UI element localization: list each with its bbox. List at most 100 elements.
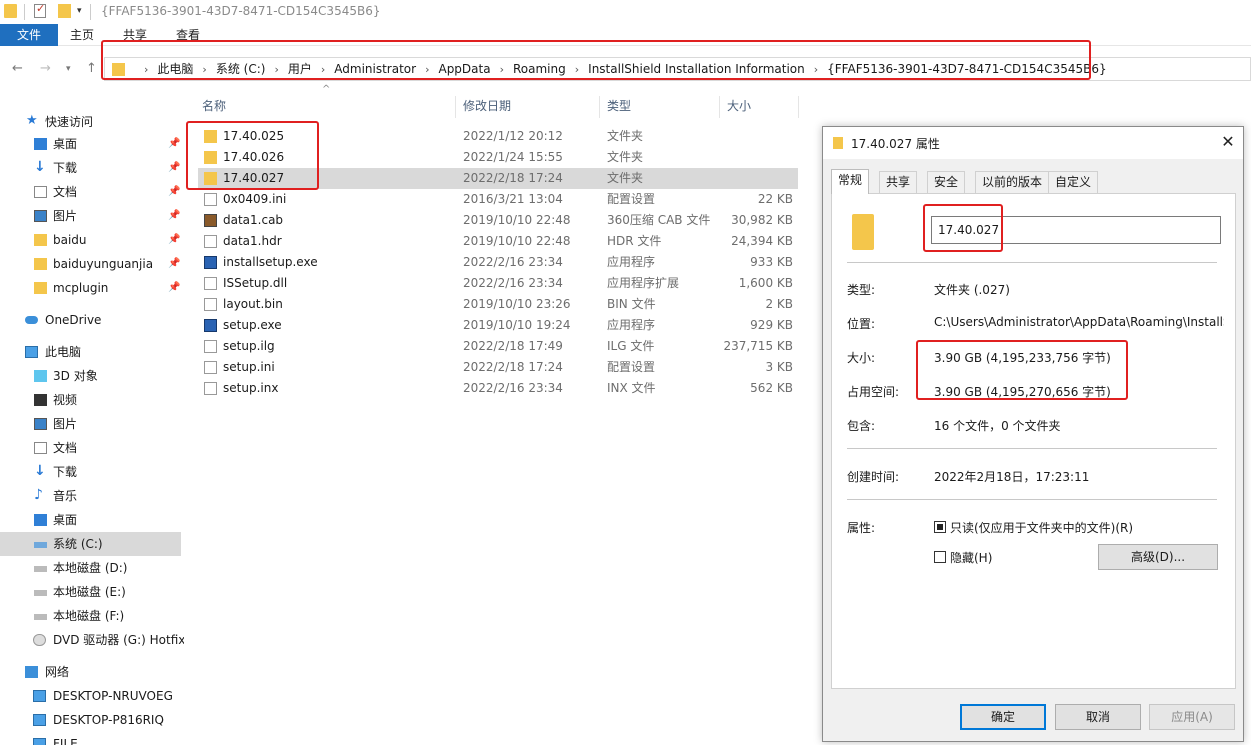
- column-header-date[interactable]: 修改日期: [463, 92, 511, 120]
- file-row[interactable]: setup.ini 2022/2/18 17:24 配置设置 3 KB: [198, 357, 798, 378]
- properties-icon[interactable]: [34, 2, 46, 18]
- tab-customize[interactable]: 自定义: [1048, 171, 1099, 193]
- chevron-right-icon[interactable]: ›: [500, 59, 504, 81]
- sidebar-item-desktop[interactable]: 桌面 📌: [0, 132, 184, 156]
- sidebar-item-drive-e[interactable]: 本地磁盘 (E:): [0, 580, 184, 604]
- ok-button[interactable]: 确定: [960, 704, 1046, 730]
- sidebar-item-3d-objects[interactable]: 3D 对象: [0, 364, 184, 388]
- tab-home[interactable]: 主页: [70, 24, 94, 46]
- chevron-right-icon[interactable]: ›: [575, 59, 579, 81]
- tab-general[interactable]: 常规: [831, 169, 870, 194]
- pin-icon[interactable]: 📌: [168, 252, 180, 276]
- tab-share[interactable]: 共享: [123, 24, 147, 46]
- breadcrumb-item[interactable]: Administrator: [334, 58, 416, 80]
- sidebar-item-mcplugin[interactable]: mcplugin 📌: [0, 276, 184, 300]
- pin-icon[interactable]: 📌: [168, 180, 180, 204]
- breadcrumb-item[interactable]: Roaming: [513, 58, 566, 80]
- breadcrumb-item[interactable]: InstallShield Installation Information: [588, 58, 805, 80]
- file-row[interactable]: setup.inx 2022/2/16 23:34 INX 文件 562 KB: [198, 378, 798, 399]
- file-row-selected[interactable]: 17.40.027 2022/2/18 17:24 文件夹: [198, 168, 798, 189]
- folder-name-field[interactable]: 17.40.027: [931, 216, 1221, 244]
- hidden-label[interactable]: 隐藏(H): [950, 549, 992, 566]
- breadcrumb-item[interactable]: AppData: [438, 58, 490, 80]
- sidebar-item-desktop-pc[interactable]: 桌面: [0, 508, 184, 532]
- column-header-size[interactable]: 大小: [727, 92, 751, 120]
- pin-icon[interactable]: 📌: [168, 228, 180, 252]
- sidebar-item-documents[interactable]: 文档 📌: [0, 180, 184, 204]
- sidebar-item-pictures[interactable]: 图片 📌: [0, 204, 184, 228]
- apply-button[interactable]: 应用(A): [1149, 704, 1235, 730]
- tab-view[interactable]: 查看: [176, 24, 200, 46]
- sidebar-item-desktop-p816riq[interactable]: DESKTOP-P816RIQ: [0, 708, 184, 732]
- forward-arrow-icon[interactable]: →: [40, 61, 51, 76]
- file-row[interactable]: setup.exe 2019/10/10 19:24 应用程序 929 KB: [198, 315, 798, 336]
- file-row[interactable]: data1.cab 2019/10/10 22:48 360压缩 CAB 文件 …: [198, 210, 798, 231]
- recent-dropdown-icon[interactable]: ▾: [66, 64, 71, 74]
- file-row[interactable]: 0x0409.ini 2016/3/21 13:04 配置设置 22 KB: [198, 189, 798, 210]
- pin-icon[interactable]: 📌: [168, 156, 180, 180]
- chevron-down-icon[interactable]: ▾: [77, 6, 82, 16]
- pin-icon[interactable]: 📌: [168, 276, 180, 300]
- sidebar-item-system-c[interactable]: 系统 (C:): [0, 532, 181, 556]
- sidebar-item-downloads-pc[interactable]: ↓ 下载: [0, 460, 184, 484]
- new-folder-icon[interactable]: [58, 4, 71, 18]
- file-row[interactable]: setup.ilg 2022/2/18 17:49 ILG 文件 237,715…: [198, 336, 798, 357]
- file-row[interactable]: data1.hdr 2019/10/10 22:48 HDR 文件 24,394…: [198, 231, 798, 252]
- dialog-title-bar[interactable]: 17.40.027 属性 ✕: [823, 127, 1243, 159]
- tab-sharing[interactable]: 共享: [879, 171, 918, 193]
- sidebar-item-drive-f[interactable]: 本地磁盘 (F:): [0, 604, 184, 628]
- hidden-checkbox[interactable]: [934, 551, 946, 563]
- tab-file[interactable]: 文件: [0, 24, 58, 46]
- file-row[interactable]: 17.40.025 2022/1/12 20:12 文件夹: [198, 126, 798, 147]
- tab-previous-versions[interactable]: 以前的版本: [975, 171, 1050, 193]
- chevron-right-icon[interactable]: ›: [425, 59, 429, 81]
- chevron-right-icon[interactable]: ›: [814, 59, 818, 81]
- breadcrumb-item[interactable]: {FFAF5136-3901-43D7-8471-CD154C3545B6}: [827, 58, 1106, 80]
- sidebar-item-onedrive[interactable]: OneDrive: [0, 308, 184, 332]
- pin-icon[interactable]: 📌: [168, 132, 180, 156]
- column-divider[interactable]: [719, 96, 720, 118]
- sidebar-item-pictures-pc[interactable]: 图片: [0, 412, 184, 436]
- breadcrumb-item[interactable]: 此电脑: [157, 58, 193, 80]
- sidebar-item-baidu[interactable]: baidu 📌: [0, 228, 184, 252]
- sidebar-item-dvd-g[interactable]: DVD 驱动器 (G:) Hotfix: [0, 628, 184, 652]
- column-divider[interactable]: [599, 96, 600, 118]
- sidebar-item-drive-d[interactable]: 本地磁盘 (D:): [0, 556, 184, 580]
- chevron-right-icon[interactable]: ›: [202, 59, 206, 81]
- cancel-button[interactable]: 取消: [1055, 704, 1141, 730]
- column-divider[interactable]: [455, 96, 456, 118]
- close-icon[interactable]: ✕: [1217, 131, 1239, 153]
- tab-security[interactable]: 安全: [927, 171, 966, 193]
- advanced-button[interactable]: 高级(D)...: [1098, 544, 1218, 570]
- sidebar-item-this-pc[interactable]: 此电脑: [0, 340, 184, 364]
- sidebar-item-music[interactable]: ♪ 音乐: [0, 484, 184, 508]
- readonly-checkbox[interactable]: [934, 521, 946, 533]
- breadcrumb-item[interactable]: 系统 (C:): [216, 58, 266, 80]
- sidebar-item-downloads[interactable]: ↓ 下载 📌: [0, 156, 184, 180]
- column-divider[interactable]: [798, 96, 799, 118]
- computer-icon: [33, 738, 46, 745]
- readonly-label[interactable]: 只读(仅应用于文件夹中的文件)(R): [950, 519, 1133, 536]
- column-header-name[interactable]: 名称: [202, 92, 226, 120]
- sidebar-item-network[interactable]: 网络: [0, 660, 184, 684]
- address-bar[interactable]: › 此电脑 › 系统 (C:) › 用户 › Administrator › AppData › Ro…: [104, 57, 1251, 81]
- column-header-type[interactable]: 类型: [607, 92, 631, 120]
- drive-icon: [34, 590, 47, 596]
- chevron-right-icon[interactable]: ›: [321, 59, 325, 81]
- file-row[interactable]: 17.40.026 2022/1/24 15:55 文件夹: [198, 147, 798, 168]
- sidebar-item-documents-pc[interactable]: 文档: [0, 436, 184, 460]
- chevron-right-icon[interactable]: ›: [274, 59, 278, 81]
- sidebar-item-quick-access[interactable]: ★ 快速访问: [0, 110, 184, 134]
- sidebar-item-desktop-nruvoeg[interactable]: DESKTOP-NRUVOEG: [0, 684, 184, 708]
- sidebar-item-videos[interactable]: 视频: [0, 388, 184, 412]
- folder-icon: [833, 137, 843, 149]
- file-row[interactable]: layout.bin 2019/10/10 23:26 BIN 文件 2 KB: [198, 294, 798, 315]
- sidebar-item-baiduyunguanjia[interactable]: baiduyunguanjia 📌: [0, 252, 184, 276]
- sidebar-item-file[interactable]: FILE: [0, 732, 184, 745]
- file-row[interactable]: ISSetup.dll 2022/2/16 23:34 应用程序扩展 1,600…: [198, 273, 798, 294]
- back-arrow-icon[interactable]: ←: [12, 61, 23, 76]
- pin-icon[interactable]: 📌: [168, 204, 180, 228]
- up-arrow-icon[interactable]: ↑: [86, 61, 97, 76]
- breadcrumb-item[interactable]: 用户: [288, 58, 312, 80]
- file-row[interactable]: installsetup.exe 2022/2/16 23:34 应用程序 93…: [198, 252, 798, 273]
